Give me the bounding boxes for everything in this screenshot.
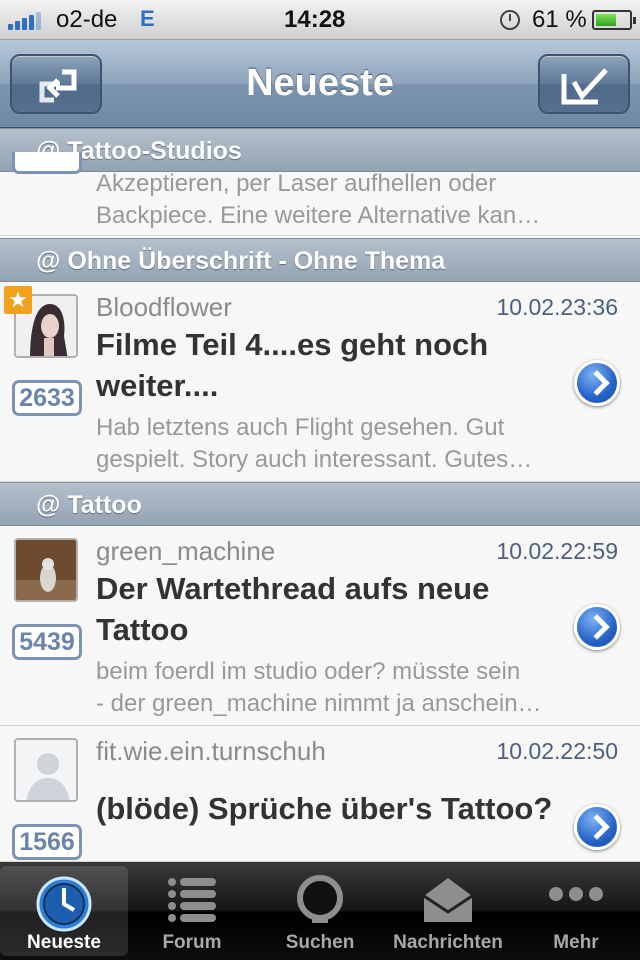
snippet-line: Hab letztens auch Flight gesehen. Gut bbox=[96, 414, 505, 441]
section-header: @ Ohne Überschrift - Ohne Thema bbox=[0, 238, 640, 282]
thread-title: (blöde) Sprüche über's Tattoo? bbox=[96, 791, 553, 826]
disclosure-button[interactable] bbox=[574, 360, 620, 406]
list-icon bbox=[168, 878, 216, 922]
post-date: 10.02.22:59 bbox=[496, 538, 618, 564]
snippet-line: gespielt. Story auch interessant. Gutes… bbox=[96, 446, 533, 473]
status-time: 14:28 bbox=[284, 6, 346, 33]
author-name: fit.wie.ein.turnschuh bbox=[96, 736, 326, 766]
battery-percent: 61 % bbox=[532, 6, 587, 33]
list-item[interactable]: ★ 2633 Bloodflower 10.02.23:36 Filme Tei… bbox=[0, 282, 640, 482]
avatar bbox=[14, 538, 78, 602]
snippet-line: Akzeptieren, per Laser aufhellen oder bbox=[96, 170, 497, 197]
search-icon bbox=[297, 875, 343, 923]
list-item[interactable]: 5439 green_machine 10.02.22:59 Der Warte… bbox=[0, 526, 640, 726]
list-item[interactable]: 1566 fit.wie.ein.turnschuh 10.02.22:50 (… bbox=[0, 726, 640, 862]
tab-label: Forum bbox=[162, 932, 222, 953]
post-date: 10.02.22:50 bbox=[496, 738, 618, 764]
post-date: 10.02.23:36 bbox=[496, 294, 618, 320]
thread-title: Der Wartethread aufs neue Tattoo bbox=[96, 571, 490, 647]
favorite-star-icon: ★ bbox=[4, 286, 32, 314]
section-header: @ Tattoo-Studios bbox=[0, 128, 640, 172]
author-name: green_machine bbox=[96, 536, 276, 566]
mark-read-button[interactable] bbox=[538, 54, 630, 114]
alarm-icon bbox=[500, 10, 520, 30]
reply-count-badge: 2633 bbox=[12, 380, 82, 416]
tab-forum[interactable]: Forum bbox=[128, 862, 256, 960]
snippet-line: Backpiece. Eine weitere Alternative kan… bbox=[96, 202, 541, 229]
reply-count-badge: 1566 bbox=[12, 824, 82, 860]
list-item[interactable]: Akzeptieren, per Laser aufhellen oder Ba… bbox=[0, 152, 640, 236]
battery-icon bbox=[592, 10, 636, 30]
tab-suchen[interactable]: Suchen bbox=[256, 862, 384, 960]
tab-mehr[interactable]: Mehr bbox=[512, 862, 640, 960]
network-type: E bbox=[140, 6, 155, 31]
more-dots-icon bbox=[549, 887, 603, 901]
tab-label: Nachrichten bbox=[393, 932, 503, 953]
thread-title: Filme Teil 4....es geht noch weiter.... bbox=[96, 327, 489, 403]
status-bar: o2-de E 14:28 61 % bbox=[0, 0, 640, 40]
tab-label: Suchen bbox=[285, 932, 355, 953]
clock-icon bbox=[36, 876, 92, 932]
checkmark-icon bbox=[561, 68, 608, 105]
tab-nachrichten[interactable]: Nachrichten bbox=[384, 862, 512, 960]
reply-count-badge: 5439 bbox=[12, 624, 82, 660]
tab-label: Neueste bbox=[27, 932, 101, 953]
tab-label: Mehr bbox=[553, 932, 599, 953]
author-name: Bloodflower bbox=[96, 292, 232, 322]
reply-count-badge bbox=[12, 152, 82, 174]
snippet-line: beim foerdl im studio oder? müsste sein bbox=[96, 658, 521, 685]
disclosure-button[interactable] bbox=[574, 804, 620, 850]
snippet-line: - der green_machine nimmt ja anschein… bbox=[96, 690, 542, 717]
tab-bar: Neueste Forum Suchen Nachrichten Mehr bbox=[0, 862, 640, 960]
signal-strength-icon bbox=[8, 12, 41, 30]
disclosure-button[interactable] bbox=[574, 604, 620, 650]
carrier-name: o2-de bbox=[56, 6, 118, 33]
section-header: @ Tattoo bbox=[0, 482, 640, 526]
default-avatar-icon bbox=[14, 738, 78, 802]
tab-neueste[interactable]: Neueste bbox=[0, 866, 128, 956]
envelope-icon bbox=[423, 878, 473, 922]
navigation-bar: Neueste bbox=[0, 40, 640, 128]
